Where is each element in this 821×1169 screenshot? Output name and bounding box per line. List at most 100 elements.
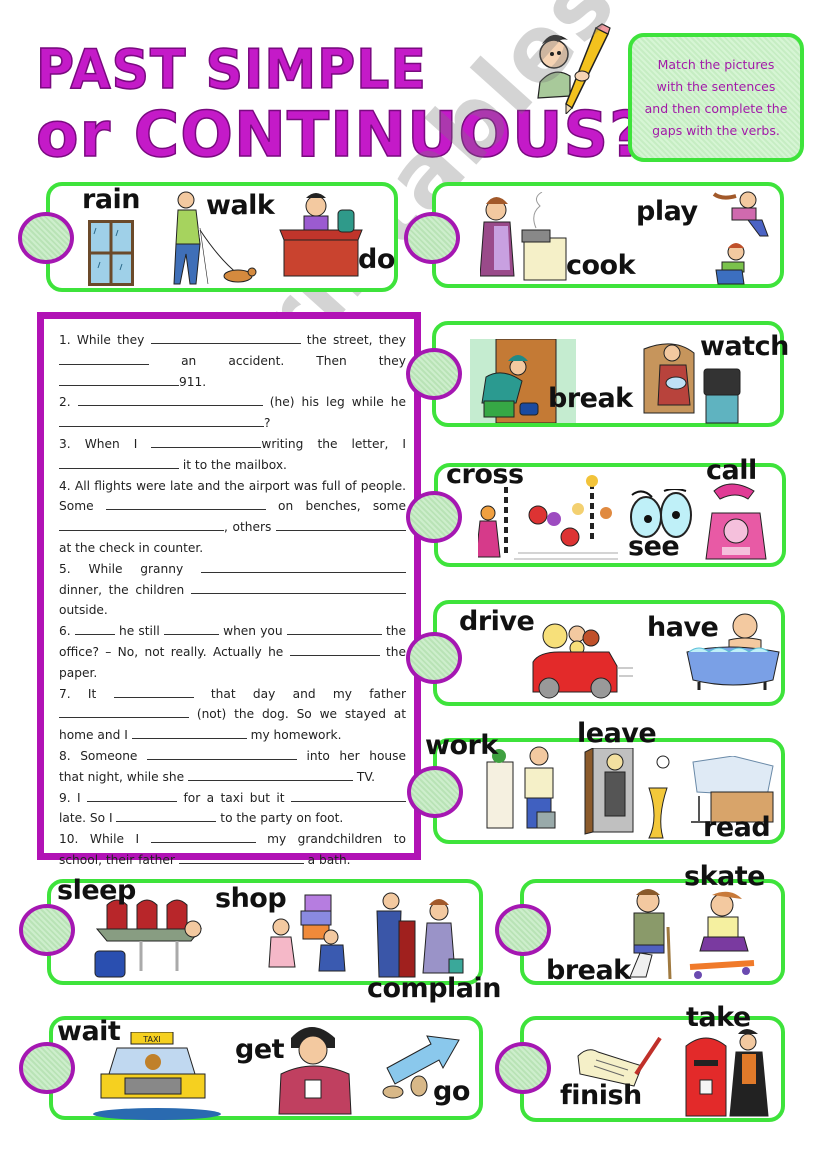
man-looking-at-watch-icon xyxy=(278,1027,352,1115)
picture-card-finish-take: finish take xyxy=(520,1004,785,1122)
verb-work: work xyxy=(425,730,498,761)
answer-circle-1[interactable] xyxy=(18,212,74,264)
verb-leave: leave xyxy=(577,718,657,749)
pencil-boy-icon xyxy=(537,23,611,114)
gap-blank[interactable] xyxy=(59,518,224,532)
sentence-text: It xyxy=(87,686,114,701)
exercise-item-10: 10. While I my grandchildren to school, … xyxy=(59,829,406,871)
gap-blank[interactable] xyxy=(163,622,219,636)
gap-blank[interactable] xyxy=(59,414,264,428)
sentence-text: ? xyxy=(264,416,271,431)
gap-blank[interactable] xyxy=(77,393,263,407)
gap-blank[interactable] xyxy=(59,705,189,719)
gap-blank[interactable] xyxy=(131,726,247,740)
verb-skate: skate xyxy=(684,861,765,892)
answer-circle-8[interactable] xyxy=(495,904,551,956)
sentence-text: late. So I xyxy=(59,811,117,826)
verb-sleep: sleep xyxy=(57,875,136,906)
gap-blank[interactable] xyxy=(188,768,354,781)
exercise-item-7: 7. It that day and my father (not) the d… xyxy=(59,684,406,746)
man-leaving-office-icon xyxy=(584,748,670,839)
sentence-text: While I xyxy=(89,832,151,847)
item-number: 5. xyxy=(59,561,89,576)
sentence-text: it to the mailbox. xyxy=(179,457,287,472)
exercise-box: 1. While they the street, they an accide… xyxy=(37,312,421,867)
verb-complain: complain xyxy=(367,973,501,1004)
gap-blank[interactable] xyxy=(59,373,179,386)
answer-circle-4[interactable] xyxy=(406,491,462,543)
picture-card-break-watch: break watch xyxy=(432,321,789,427)
verb-go: go xyxy=(433,1076,470,1107)
gap-blank[interactable] xyxy=(146,747,297,760)
answer-circle-10[interactable] xyxy=(495,1042,551,1094)
rainy-window-icon xyxy=(88,220,134,286)
picture-card-rain-walk-do: rain walk do xyxy=(46,182,398,292)
item-number: 4. xyxy=(59,478,75,493)
answer-circle-7[interactable] xyxy=(19,904,75,956)
gap-blank[interactable] xyxy=(59,352,149,365)
sentence-text: While granny xyxy=(88,561,201,576)
answer-circle-2[interactable] xyxy=(404,212,460,264)
exercise-item-1: 1. While they the street, they an accide… xyxy=(59,330,406,392)
verb-shop: shop xyxy=(215,883,287,914)
answer-circle-5[interactable] xyxy=(406,632,462,684)
answer-circle-3[interactable] xyxy=(406,348,462,400)
gap-blank[interactable] xyxy=(201,560,406,573)
gap-blank[interactable] xyxy=(59,456,179,469)
item-number: 8. xyxy=(59,748,81,763)
item-number: 2. xyxy=(59,395,78,410)
exercise-item-5: 5. While granny dinner, the children out… xyxy=(59,559,406,621)
gap-blank[interactable] xyxy=(150,331,301,344)
verb-call: call xyxy=(706,455,757,486)
sentence-text: at the check in counter. xyxy=(59,540,204,555)
sentence-text: my homework. xyxy=(246,728,342,743)
gap-blank[interactable] xyxy=(191,581,406,594)
exercise-item-6: 6. he still when you the office? – No, n… xyxy=(59,621,406,683)
title-line-1: PAST SIMPLE xyxy=(35,38,427,103)
instructions-box: Match the pictures with the sentences an… xyxy=(628,33,804,162)
family-driving-car-icon xyxy=(532,623,633,699)
sentence-text: on benches, some xyxy=(265,499,406,514)
item-number: 10. xyxy=(59,832,90,847)
picture-card-drive-have: drive have xyxy=(433,600,785,706)
sentence-text: While they xyxy=(76,333,151,347)
exercise-item-4: 4. All flights were late and the airport… xyxy=(59,476,406,559)
sentence-text: that day and my father xyxy=(193,686,406,701)
picture-card-break-skate: break skate xyxy=(520,863,785,985)
item-number: 6. xyxy=(59,624,75,639)
pink-telephone-icon xyxy=(705,483,767,560)
verb-wait: wait xyxy=(57,1016,121,1047)
item-number: 1. xyxy=(59,333,77,347)
gap-blank[interactable] xyxy=(150,830,256,844)
sentence-text: a bath. xyxy=(303,852,351,867)
verb-drive: drive xyxy=(459,606,535,637)
verb-do: do xyxy=(358,244,395,275)
gap-blank[interactable] xyxy=(289,643,380,656)
verb-watch: watch xyxy=(700,331,789,362)
verb-get: get xyxy=(235,1034,285,1065)
answer-circle-6[interactable] xyxy=(407,766,463,818)
item-number: 7. xyxy=(59,686,88,701)
instructions-text: Match the pictures with the sentences an… xyxy=(644,56,788,138)
gap-blank[interactable] xyxy=(116,809,217,823)
gap-blank[interactable] xyxy=(291,789,406,802)
gap-blank[interactable] xyxy=(178,851,304,864)
sentence-text: outside. xyxy=(59,603,108,618)
gap-blank[interactable] xyxy=(151,435,262,448)
sentence-text: Someone xyxy=(80,748,147,763)
picture-card-wait-get-go: TAXI wait get go xyxy=(49,1016,483,1120)
man-sleeping-airport-icon xyxy=(94,899,203,978)
exercise-item-2: 2. (he) his leg while he ? xyxy=(59,392,406,434)
gap-blank[interactable] xyxy=(105,497,266,511)
gap-blank[interactable] xyxy=(286,622,382,636)
sentence-text: When I xyxy=(84,436,152,451)
gap-blank[interactable] xyxy=(276,518,406,532)
gap-blank[interactable] xyxy=(87,789,178,802)
answer-circle-9[interactable] xyxy=(19,1042,75,1094)
gap-blank[interactable] xyxy=(113,685,194,698)
exercise-item-9: 9. I for a taxi but it late. So I to the… xyxy=(59,788,406,830)
woman-cooking-icon xyxy=(480,192,567,281)
item-number: 9. xyxy=(59,790,78,805)
gap-blank[interactable] xyxy=(74,622,115,636)
girl-skating-icon xyxy=(689,891,755,979)
